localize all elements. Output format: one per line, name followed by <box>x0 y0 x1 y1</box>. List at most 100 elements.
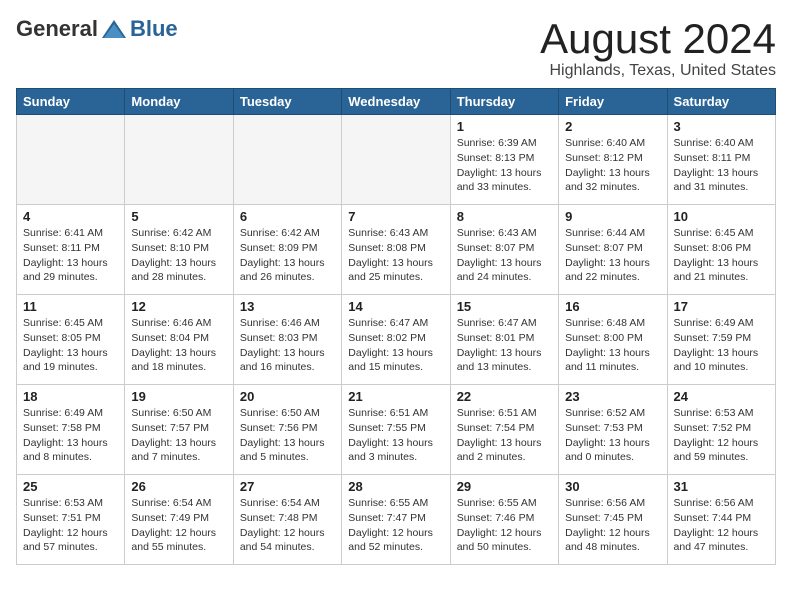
day-number: 11 <box>23 299 118 314</box>
calendar-cell <box>17 115 125 205</box>
calendar-cell: 20 Sunrise: 6:50 AM Sunset: 7:56 PM Dayli… <box>233 385 341 475</box>
calendar-cell <box>233 115 341 205</box>
calendar-cell: 31 Sunrise: 6:56 AM Sunset: 7:44 PM Dayli… <box>667 475 775 565</box>
weekday-header-saturday: Saturday <box>667 89 775 115</box>
day-number: 18 <box>23 389 118 404</box>
day-info: Sunrise: 6:43 AM Sunset: 8:08 PM Dayligh… <box>348 226 443 285</box>
day-info: Sunrise: 6:42 AM Sunset: 8:09 PM Dayligh… <box>240 226 335 285</box>
calendar-cell: 13Sunrise: 6:46 AM Sunset: 8:03 PM Dayli… <box>233 295 341 385</box>
week-row-5: 25 Sunrise: 6:53 AM Sunset: 7:51 PM Dayli… <box>17 475 776 565</box>
day-number: 3 <box>674 119 769 134</box>
week-row-1: 1 Sunrise: 6:39 AM Sunset: 8:13 PM Daylig… <box>17 115 776 205</box>
logo: General Blue <box>16 16 178 42</box>
logo-blue: Blue <box>130 16 178 42</box>
calendar-cell <box>125 115 233 205</box>
day-number: 19 <box>131 389 226 404</box>
day-info: Sunrise: 6:49 AM Sunset: 7:58 PM Dayligh… <box>23 406 118 465</box>
day-info: Sunrise: 6:56 AM Sunset: 7:44 PM Dayligh… <box>674 496 769 555</box>
day-number: 17 <box>674 299 769 314</box>
calendar-cell: 22 Sunrise: 6:51 AM Sunset: 7:54 PM Dayli… <box>450 385 558 475</box>
day-info: Sunrise: 6:39 AM Sunset: 8:13 PM Dayligh… <box>457 136 552 195</box>
weekday-header-wednesday: Wednesday <box>342 89 450 115</box>
day-number: 25 <box>23 479 118 494</box>
calendar-cell: 23Sunrise: 6:52 AM Sunset: 7:53 PM Dayli… <box>559 385 667 475</box>
day-info: Sunrise: 6:45 AM Sunset: 8:05 PM Dayligh… <box>23 316 118 375</box>
calendar-cell: 15Sunrise: 6:47 AM Sunset: 8:01 PM Dayli… <box>450 295 558 385</box>
title-area: August 2024 Highlands, Texas, United Sta… <box>540 16 776 80</box>
calendar-cell: 24Sunrise: 6:53 AM Sunset: 7:52 PM Dayli… <box>667 385 775 475</box>
calendar-cell: 9Sunrise: 6:44 AM Sunset: 8:07 PM Daylig… <box>559 205 667 295</box>
day-number: 20 <box>240 389 335 404</box>
location-title: Highlands, Texas, United States <box>540 62 776 80</box>
calendar-cell: 1 Sunrise: 6:39 AM Sunset: 8:13 PM Daylig… <box>450 115 558 205</box>
day-number: 7 <box>348 209 443 224</box>
calendar-cell: 27 Sunrise: 6:54 AM Sunset: 7:48 PM Dayli… <box>233 475 341 565</box>
calendar-cell: 14 Sunrise: 6:47 AM Sunset: 8:02 PM Dayli… <box>342 295 450 385</box>
calendar-cell: 29Sunrise: 6:55 AM Sunset: 7:46 PM Dayli… <box>450 475 558 565</box>
weekday-header-tuesday: Tuesday <box>233 89 341 115</box>
page-header: General Blue August 2024 Highlands, Texa… <box>16 16 776 80</box>
calendar-cell: 6 Sunrise: 6:42 AM Sunset: 8:09 PM Daylig… <box>233 205 341 295</box>
day-number: 8 <box>457 209 552 224</box>
day-info: Sunrise: 6:54 AM Sunset: 7:48 PM Dayligh… <box>240 496 335 555</box>
day-number: 4 <box>23 209 118 224</box>
calendar-cell: 11 Sunrise: 6:45 AM Sunset: 8:05 PM Dayli… <box>17 295 125 385</box>
day-info: Sunrise: 6:51 AM Sunset: 7:54 PM Dayligh… <box>457 406 552 465</box>
day-info: Sunrise: 6:41 AM Sunset: 8:11 PM Dayligh… <box>23 226 118 285</box>
day-info: Sunrise: 6:47 AM Sunset: 8:02 PM Dayligh… <box>348 316 443 375</box>
day-info: Sunrise: 6:54 AM Sunset: 7:49 PM Dayligh… <box>131 496 226 555</box>
week-row-4: 18 Sunrise: 6:49 AM Sunset: 7:58 PM Dayli… <box>17 385 776 475</box>
calendar-cell: 18 Sunrise: 6:49 AM Sunset: 7:58 PM Dayli… <box>17 385 125 475</box>
calendar-cell: 7 Sunrise: 6:43 AM Sunset: 8:08 PM Daylig… <box>342 205 450 295</box>
day-info: Sunrise: 6:49 AM Sunset: 7:59 PM Dayligh… <box>674 316 769 375</box>
calendar-cell: 8 Sunrise: 6:43 AM Sunset: 8:07 PM Daylig… <box>450 205 558 295</box>
calendar-cell: 19 Sunrise: 6:50 AM Sunset: 7:57 PM Dayli… <box>125 385 233 475</box>
weekday-header-thursday: Thursday <box>450 89 558 115</box>
calendar-cell: 5 Sunrise: 6:42 AM Sunset: 8:10 PM Daylig… <box>125 205 233 295</box>
calendar-cell: 10Sunrise: 6:45 AM Sunset: 8:06 PM Dayli… <box>667 205 775 295</box>
day-number: 21 <box>348 389 443 404</box>
day-number: 6 <box>240 209 335 224</box>
calendar-cell <box>342 115 450 205</box>
calendar-cell: 30 Sunrise: 6:56 AM Sunset: 7:45 PM Dayli… <box>559 475 667 565</box>
calendar-cell: 21 Sunrise: 6:51 AM Sunset: 7:55 PM Dayli… <box>342 385 450 475</box>
day-number: 28 <box>348 479 443 494</box>
calendar-cell: 26 Sunrise: 6:54 AM Sunset: 7:49 PM Dayli… <box>125 475 233 565</box>
day-number: 22 <box>457 389 552 404</box>
day-info: Sunrise: 6:46 AM Sunset: 8:04 PM Dayligh… <box>131 316 226 375</box>
day-number: 26 <box>131 479 226 494</box>
day-number: 16 <box>565 299 660 314</box>
day-info: Sunrise: 6:56 AM Sunset: 7:45 PM Dayligh… <box>565 496 660 555</box>
month-title: August 2024 <box>540 16 776 62</box>
logo-icon <box>100 18 128 40</box>
day-info: Sunrise: 6:40 AM Sunset: 8:11 PM Dayligh… <box>674 136 769 195</box>
day-number: 24 <box>674 389 769 404</box>
weekday-header-sunday: Sunday <box>17 89 125 115</box>
day-info: Sunrise: 6:45 AM Sunset: 8:06 PM Dayligh… <box>674 226 769 285</box>
calendar-cell: 12 Sunrise: 6:46 AM Sunset: 8:04 PM Dayli… <box>125 295 233 385</box>
week-row-2: 4 Sunrise: 6:41 AM Sunset: 8:11 PM Daylig… <box>17 205 776 295</box>
day-number: 31 <box>674 479 769 494</box>
day-number: 12 <box>131 299 226 314</box>
logo-general: General <box>16 16 98 42</box>
day-info: Sunrise: 6:53 AM Sunset: 7:51 PM Dayligh… <box>23 496 118 555</box>
day-number: 29 <box>457 479 552 494</box>
day-info: Sunrise: 6:42 AM Sunset: 8:10 PM Dayligh… <box>131 226 226 285</box>
day-number: 27 <box>240 479 335 494</box>
day-number: 5 <box>131 209 226 224</box>
day-info: Sunrise: 6:44 AM Sunset: 8:07 PM Dayligh… <box>565 226 660 285</box>
day-info: Sunrise: 6:43 AM Sunset: 8:07 PM Dayligh… <box>457 226 552 285</box>
calendar-cell: 3 Sunrise: 6:40 AM Sunset: 8:11 PM Daylig… <box>667 115 775 205</box>
day-info: Sunrise: 6:47 AM Sunset: 8:01 PM Dayligh… <box>457 316 552 375</box>
day-info: Sunrise: 6:51 AM Sunset: 7:55 PM Dayligh… <box>348 406 443 465</box>
day-number: 30 <box>565 479 660 494</box>
day-info: Sunrise: 6:50 AM Sunset: 7:57 PM Dayligh… <box>131 406 226 465</box>
calendar-cell: 17 Sunrise: 6:49 AM Sunset: 7:59 PM Dayli… <box>667 295 775 385</box>
day-number: 23 <box>565 389 660 404</box>
day-number: 1 <box>457 119 552 134</box>
calendar-cell: 16Sunrise: 6:48 AM Sunset: 8:00 PM Dayli… <box>559 295 667 385</box>
day-number: 2 <box>565 119 660 134</box>
day-info: Sunrise: 6:50 AM Sunset: 7:56 PM Dayligh… <box>240 406 335 465</box>
day-number: 14 <box>348 299 443 314</box>
weekday-header-monday: Monday <box>125 89 233 115</box>
